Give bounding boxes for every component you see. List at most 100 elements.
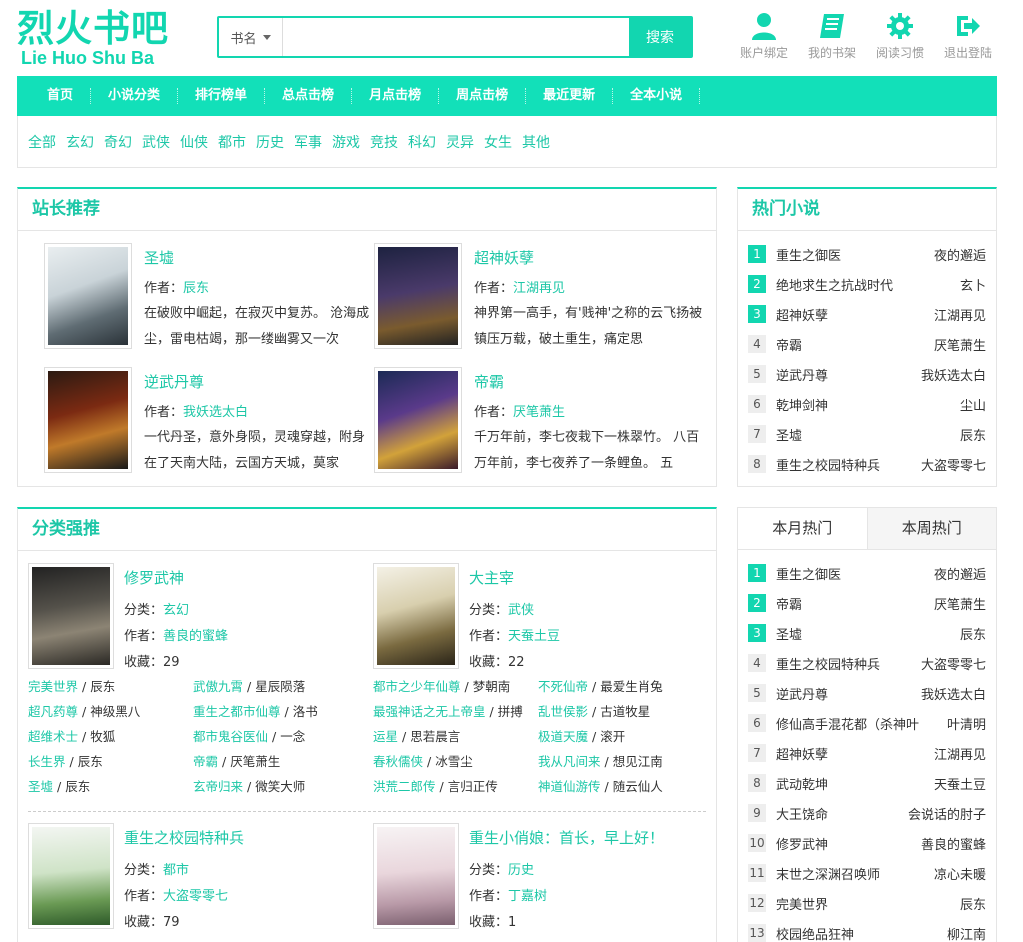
category-link[interactable]: 都市 xyxy=(163,863,189,878)
link-book[interactable]: 不死仙帝 xyxy=(538,679,588,694)
link-book[interactable]: 洪荒二郎传 xyxy=(373,779,436,794)
author-link[interactable]: 天蚕土豆 xyxy=(508,629,560,644)
link-book[interactable]: 重生之都市仙尊 xyxy=(193,704,281,719)
book-cover[interactable] xyxy=(44,367,132,473)
rank-item[interactable]: 1 重生之御医 夜的邂逅 xyxy=(748,239,986,269)
link-book[interactable]: 完美世界 xyxy=(28,679,78,694)
category-link[interactable]: 其他 xyxy=(522,132,550,152)
tab-weekly[interactable]: 本周热门 xyxy=(867,508,996,549)
nav-recent-updates[interactable]: 最近更新 xyxy=(526,88,614,104)
link-book[interactable]: 春秋儒侠 xyxy=(373,754,423,769)
rank-item[interactable]: 4 重生之校园特种兵 大盗零零七 xyxy=(748,648,986,678)
link-book[interactable]: 最强神话之无上帝皇 xyxy=(373,704,486,719)
rank-book[interactable]: 圣墟 xyxy=(776,624,954,643)
rank-item[interactable]: 5 逆武丹尊 我妖选太白 xyxy=(748,359,986,389)
link-book[interactable]: 超凡药尊 xyxy=(28,704,78,719)
site-logo[interactable]: 烈火书吧 Lie Huo Shu Ba xyxy=(17,8,177,68)
book-cover[interactable] xyxy=(374,243,462,349)
link-book[interactable]: 玄帝归来 xyxy=(193,779,243,794)
nav-total-clicks[interactable]: 总点击榜 xyxy=(265,88,353,104)
book-cover[interactable] xyxy=(373,563,459,669)
category-link[interactable]: 灵异 xyxy=(446,132,474,152)
book-cover[interactable] xyxy=(28,563,114,669)
tool-reading-habit[interactable]: 阅读习惯 xyxy=(866,10,934,61)
rank-item[interactable]: 13 校园绝品狂神 柳江南 xyxy=(748,918,986,942)
category-link[interactable]: 游戏 xyxy=(332,132,360,152)
rank-book[interactable]: 帝霸 xyxy=(776,335,928,354)
nav-weekly-clicks[interactable]: 周点击榜 xyxy=(439,88,527,104)
rank-item[interactable]: 3 圣墟 辰东 xyxy=(748,618,986,648)
rank-item[interactable]: 12 完美世界 辰东 xyxy=(748,888,986,918)
nav-categories[interactable]: 小说分类 xyxy=(91,88,179,104)
rank-book[interactable]: 末世之深渊召唤师 xyxy=(776,864,928,883)
category-link[interactable]: 科幻 xyxy=(408,132,436,152)
category-link[interactable]: 军事 xyxy=(294,132,322,152)
rank-book[interactable]: 绝地求生之抗战时代 xyxy=(776,275,954,294)
rank-book[interactable]: 校园绝品狂神 xyxy=(776,924,941,942)
nav-completed[interactable]: 全本小说 xyxy=(613,88,701,104)
rank-book[interactable]: 逆武丹尊 xyxy=(776,365,915,384)
link-book[interactable]: 我从凡间来 xyxy=(538,754,601,769)
category-link[interactable]: 都市 xyxy=(218,132,246,152)
book-title[interactable]: 重生小俏娘：首长，早上好！ xyxy=(469,827,664,848)
rank-item[interactable]: 8 重生之校园特种兵 大盗零零七 xyxy=(748,449,986,479)
link-book[interactable]: 长生界 xyxy=(28,754,66,769)
category-link[interactable]: 仙侠 xyxy=(180,132,208,152)
link-book[interactable]: 极道天魔 xyxy=(538,729,588,744)
category-link[interactable]: 竞技 xyxy=(370,132,398,152)
author-link[interactable]: 辰东 xyxy=(183,281,209,296)
author-link[interactable]: 我妖选太白 xyxy=(183,405,248,420)
tab-monthly[interactable]: 本月热门 xyxy=(738,508,868,549)
rank-item[interactable]: 10 修罗武神 善良的蜜蜂 xyxy=(748,828,986,858)
author-link[interactable]: 大盗零零七 xyxy=(163,889,228,904)
book-title[interactable]: 超神妖孽 xyxy=(474,247,534,268)
rank-book[interactable]: 修罗武神 xyxy=(776,834,915,853)
category-link[interactable]: 历史 xyxy=(508,863,534,878)
rank-item[interactable]: 6 乾坤剑神 尘山 xyxy=(748,389,986,419)
author-link[interactable]: 丁嘉树 xyxy=(508,889,547,904)
category-link[interactable]: 武侠 xyxy=(142,132,170,152)
category-link[interactable]: 历史 xyxy=(256,132,284,152)
category-link[interactable]: 奇幻 xyxy=(104,132,132,152)
category-link[interactable]: 玄幻 xyxy=(66,132,94,152)
rank-item[interactable]: 1 重生之御医 夜的邂逅 xyxy=(748,558,986,588)
rank-item[interactable]: 2 帝霸 厌笔萧生 xyxy=(748,588,986,618)
rank-item[interactable]: 11 末世之深渊召唤师 凉心未暖 xyxy=(748,858,986,888)
link-book[interactable]: 帝霸 xyxy=(193,754,218,769)
category-link[interactable]: 全部 xyxy=(28,132,56,152)
book-title[interactable]: 圣墟 xyxy=(144,247,174,268)
rank-book[interactable]: 超神妖孽 xyxy=(776,744,928,763)
book-cover[interactable] xyxy=(374,367,462,473)
link-book[interactable]: 都市鬼谷医仙 xyxy=(193,729,268,744)
rank-book[interactable]: 圣墟 xyxy=(776,425,954,444)
rank-item[interactable]: 7 超神妖孽 江湖再见 xyxy=(748,738,986,768)
nav-monthly-clicks[interactable]: 月点击榜 xyxy=(352,88,440,104)
book-title[interactable]: 修罗武神 xyxy=(124,567,184,588)
book-title[interactable]: 逆武丹尊 xyxy=(144,371,204,392)
rank-item[interactable]: 3 超神妖孽 江湖再见 xyxy=(748,299,986,329)
book-cover[interactable] xyxy=(373,823,459,929)
book-title[interactable]: 大主宰 xyxy=(469,567,514,588)
rank-book[interactable]: 超神妖孽 xyxy=(776,305,928,324)
rank-item[interactable]: 6 修仙高手混花都（杀神叶 叶清明 xyxy=(748,708,986,738)
tool-bookshelf[interactable]: 我的书架 xyxy=(798,10,866,61)
search-type-select[interactable]: 书名 xyxy=(219,18,283,56)
nav-home[interactable]: 首页 xyxy=(30,88,92,104)
search-input[interactable] xyxy=(283,18,629,56)
link-book[interactable]: 超维术士 xyxy=(28,729,78,744)
rank-item[interactable]: 4 帝霸 厌笔萧生 xyxy=(748,329,986,359)
rank-item[interactable]: 9 大王饶命 会说话的肘子 xyxy=(748,798,986,828)
link-book[interactable]: 圣墟 xyxy=(28,779,53,794)
link-book[interactable]: 都市之少年仙尊 xyxy=(373,679,461,694)
author-link[interactable]: 善良的蜜蜂 xyxy=(163,629,228,644)
rank-book[interactable]: 大王饶命 xyxy=(776,804,902,823)
author-link[interactable]: 江湖再见 xyxy=(513,281,565,296)
rank-book[interactable]: 完美世界 xyxy=(776,894,954,913)
book-cover[interactable] xyxy=(44,243,132,349)
rank-book[interactable]: 修仙高手混花都（杀神叶 xyxy=(776,714,941,733)
link-book[interactable]: 神道仙游传 xyxy=(538,779,601,794)
rank-book[interactable]: 帝霸 xyxy=(776,594,928,613)
rank-book[interactable]: 武动乾坤 xyxy=(776,774,928,793)
rank-book[interactable]: 逆武丹尊 xyxy=(776,684,915,703)
rank-item[interactable]: 8 武动乾坤 天蚕土豆 xyxy=(748,768,986,798)
